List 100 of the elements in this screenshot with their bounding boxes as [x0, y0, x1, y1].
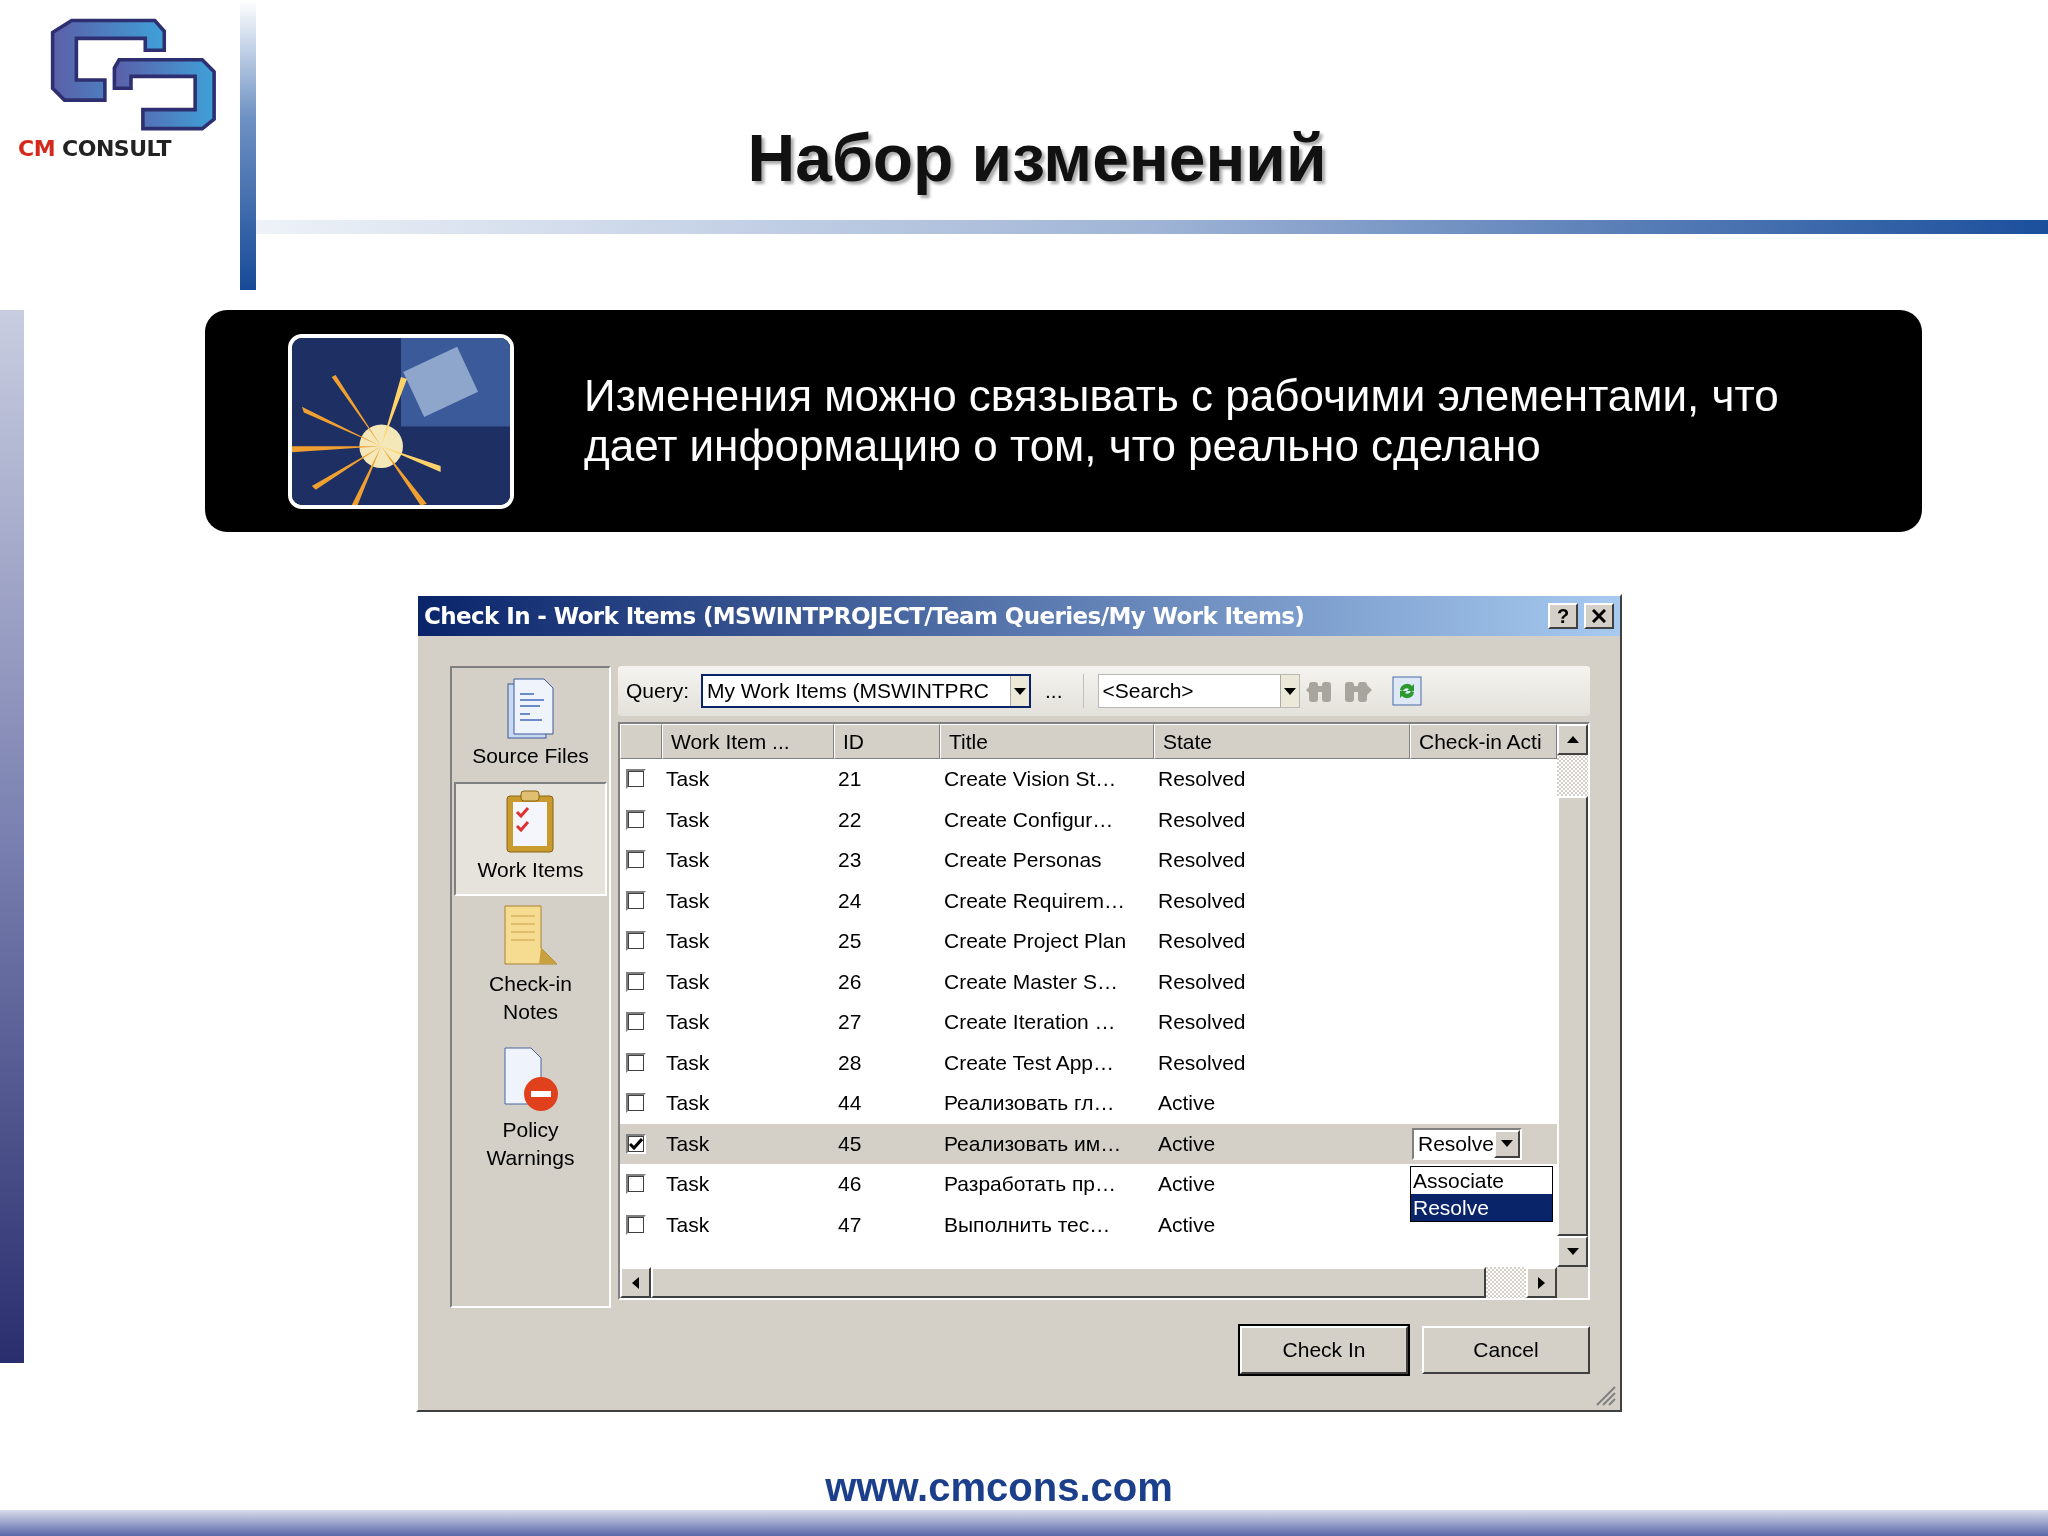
table-cell-text: Active: [1157, 1091, 1217, 1116]
sidebar-item[interactable]: Policy Warnings: [454, 1038, 607, 1184]
close-icon: [1592, 609, 1606, 623]
table-cell-text: Task: [665, 1091, 711, 1116]
scroll-up-button[interactable]: [1557, 724, 1588, 755]
documents-icon: [505, 678, 556, 740]
table-cell-text: Resolved: [1157, 1050, 1247, 1075]
table-cell-text: Resolved: [1157, 969, 1247, 994]
dialog-button[interactable]: Check In: [1240, 1326, 1408, 1374]
checkbox[interactable]: [626, 1174, 646, 1195]
table-cell-text: Create Project Plan: [943, 929, 1128, 954]
table-cell-text: 45: [837, 1131, 863, 1156]
query-label: Query:: [626, 679, 690, 703]
table-cell-text: 44: [837, 1091, 863, 1116]
caret-down-icon: [1566, 1248, 1579, 1255]
table-cell-text: Task: [665, 1131, 711, 1156]
table-cell-text: Active: [1157, 1172, 1217, 1197]
table-cell-text: Task: [665, 969, 711, 994]
search-dropdown[interactable]: <Search>: [1097, 674, 1300, 708]
table-cell-text: Разработать пр…: [943, 1172, 1118, 1197]
table-cell-text: Task: [665, 1172, 711, 1197]
table-cell-text: Resolved: [1157, 767, 1247, 792]
table-cell-text: 28: [837, 1050, 863, 1075]
table-cell-text: 24: [837, 888, 863, 913]
table-cell-text: 26: [837, 969, 863, 994]
table-cell-text: Active: [1157, 1212, 1217, 1237]
checkbox[interactable]: [626, 971, 646, 992]
query-dropdown[interactable]: My Work Items (MSWINTPRC: [701, 674, 1032, 708]
caret-up-icon: [1566, 736, 1579, 743]
table-cell-text: Task: [665, 767, 711, 792]
refresh-icon[interactable]: [1391, 676, 1422, 706]
checkbox[interactable]: [626, 809, 646, 830]
column-header[interactable]: State: [1154, 724, 1410, 759]
column-header[interactable]: Check-in Acti: [1410, 724, 1557, 759]
table-cell-text: Resolved: [1157, 888, 1247, 913]
table-cell-text: 46: [837, 1172, 863, 1197]
action-dropdown[interactable]: Resolve: [1412, 1127, 1522, 1160]
table-cell-text: Task: [665, 1010, 711, 1035]
help-button[interactable]: ?: [1548, 603, 1578, 629]
resize-grip-icon[interactable]: [1594, 1384, 1616, 1406]
table-cell-text: Реализовать гл…: [943, 1091, 1116, 1116]
sidebar-item[interactable]: Check-in Notes: [454, 896, 607, 1038]
dialog-button[interactable]: Cancel: [1422, 1326, 1590, 1374]
table-cell-text: Resolved: [1157, 807, 1247, 832]
table-row[interactable]: Task 45 Реализовать им… Active Resolve: [620, 1123, 1557, 1164]
horizontal-scrollbar[interactable]: [620, 1267, 1588, 1298]
table-cell-text: Task: [665, 1212, 711, 1237]
table-cell-text: Active: [1157, 1131, 1217, 1156]
window-title: Check In - Work Items (MSWINTPROJECT/Team Queries/My Work Items): [424, 603, 1306, 629]
table-cell-text: 47: [837, 1212, 863, 1237]
slide-title: Набор изменений: [747, 120, 1327, 196]
table-cell-text: Create Requirem…: [943, 888, 1126, 913]
table-cell-text: Task: [665, 888, 711, 913]
close-button[interactable]: [1584, 603, 1614, 629]
table-cell-text: 23: [837, 848, 863, 873]
checkbox[interactable]: [626, 1214, 646, 1235]
scroll-left-button[interactable]: [620, 1267, 651, 1298]
logo-text: CM CONSULT: [18, 136, 171, 161]
column-header[interactable]: ID: [834, 724, 940, 759]
table-cell-text: Create Personas: [943, 848, 1103, 873]
scroll-down-button[interactable]: [1557, 1236, 1588, 1267]
table-cell-text: Create Iteration …: [943, 1010, 1117, 1035]
table-cell-text: Create Vision St…: [943, 767, 1118, 792]
checkbox[interactable]: [626, 1012, 646, 1033]
sidebar-item[interactable]: Work Items: [454, 782, 607, 896]
checkbox[interactable]: [626, 931, 646, 952]
menu-item[interactable]: Resolve: [1411, 1194, 1552, 1221]
checkbox[interactable]: [626, 850, 646, 871]
table-cell-text: Task: [665, 1050, 711, 1075]
table-cell-text: 22: [837, 807, 863, 832]
table-cell-text: Выполнить тес…: [943, 1212, 1112, 1237]
checkbox[interactable]: [626, 769, 646, 790]
table-cell-text: 25: [837, 929, 863, 954]
caret-right-icon: [1538, 1276, 1545, 1289]
table-cell-text: Реализовать им…: [943, 1131, 1123, 1156]
caret-left-icon: [632, 1276, 639, 1289]
checkbox[interactable]: [626, 1133, 646, 1154]
table-cell-text: Resolved: [1157, 929, 1247, 954]
table-cell-text: Task: [665, 929, 711, 954]
table-cell-text: Resolved: [1157, 848, 1247, 873]
scroll-right-button[interactable]: [1526, 1267, 1557, 1298]
table-cell-text: Create Master S…: [943, 969, 1119, 994]
vertical-scrollbar[interactable]: [1557, 724, 1588, 1267]
column-header[interactable]: Work Item ...: [662, 724, 834, 759]
caret-down-icon: [1501, 1140, 1513, 1148]
more-button[interactable]: ...: [1037, 674, 1084, 708]
website-link[interactable]: www.cmcons.com: [825, 1465, 1223, 1510]
checkbox[interactable]: [626, 890, 646, 911]
caret-down-icon: [1283, 687, 1296, 695]
table-cell-text: Resolved: [1157, 1010, 1247, 1035]
table-cell-text: Create Test App…: [943, 1050, 1116, 1075]
checkbox[interactable]: [626, 1093, 646, 1114]
sidebar-item[interactable]: Source Files: [454, 670, 607, 782]
table-cell-text: Create Configur…: [943, 807, 1115, 832]
table-cell-text: 21: [837, 767, 863, 792]
column-header[interactable]: Title: [940, 724, 1154, 759]
checkbox[interactable]: [626, 1052, 646, 1073]
caret-down-icon: [1014, 687, 1027, 695]
banner-text: Изменения можно связывать с рабочими элементами, что дает информацию о том, что реально сделано: [584, 371, 1780, 471]
clipboard-icon: [504, 790, 557, 854]
